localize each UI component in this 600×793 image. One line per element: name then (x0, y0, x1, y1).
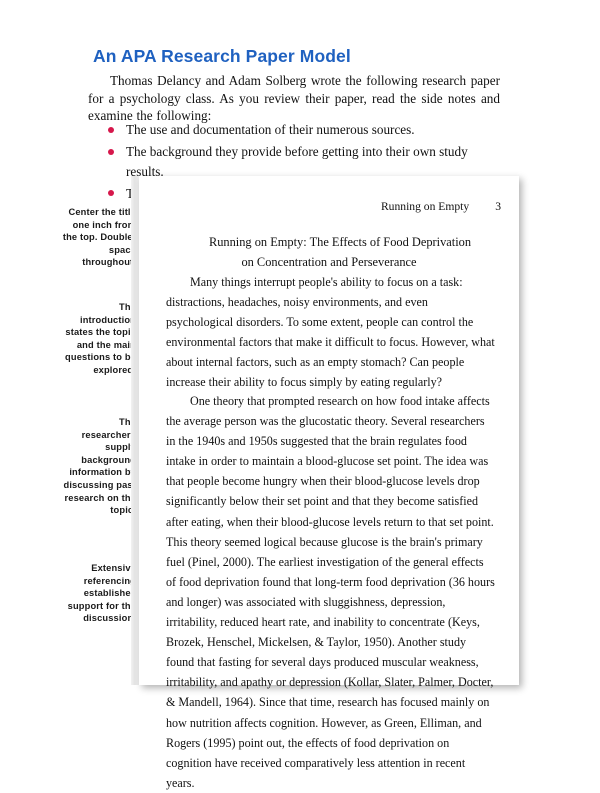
document-page: Running on Empty 3 Running on Empty: The … (139, 176, 519, 790)
document-title-line-1: Running on Empty: The Effects of Food De… (208, 235, 472, 249)
side-note-center-title: Center the title one inch from the top. … (62, 207, 136, 268)
bullet-icon (108, 126, 114, 133)
document-title: Running on Empty: The Effects of Food De… (139, 232, 519, 272)
bullet-icon (108, 190, 114, 196)
running-head-label: Running on Empty (380, 200, 470, 213)
page-title: An APA Research Paper Model (93, 46, 351, 66)
side-note-introduction: The introduction states the topic and th… (65, 302, 136, 375)
document-paragraph-2: One theory that prompted research on how… (166, 394, 495, 790)
bullet-icon (108, 148, 114, 155)
list-item-label: The use and documentation of their numer… (126, 122, 415, 137)
document-paragraph-1: Many things interrupt people's ability t… (166, 275, 495, 390)
page-spine (131, 176, 139, 685)
side-note-referencing: Extensive referencing establishes suppor… (67, 563, 136, 624)
page-number: 3 (495, 200, 501, 213)
document-title-line-2: on Concentration and Perseverance (241, 255, 417, 269)
list-item: The use and documentation of their numer… (108, 120, 508, 140)
list-item-label: The background they provide before getti… (126, 144, 468, 179)
intro-paragraph: Thomas Delancy and Adam Solberg wrote th… (88, 73, 500, 123)
side-note-background: The researchers supply background inform… (63, 417, 136, 516)
running-head: Running on Empty 3 (381, 200, 501, 213)
